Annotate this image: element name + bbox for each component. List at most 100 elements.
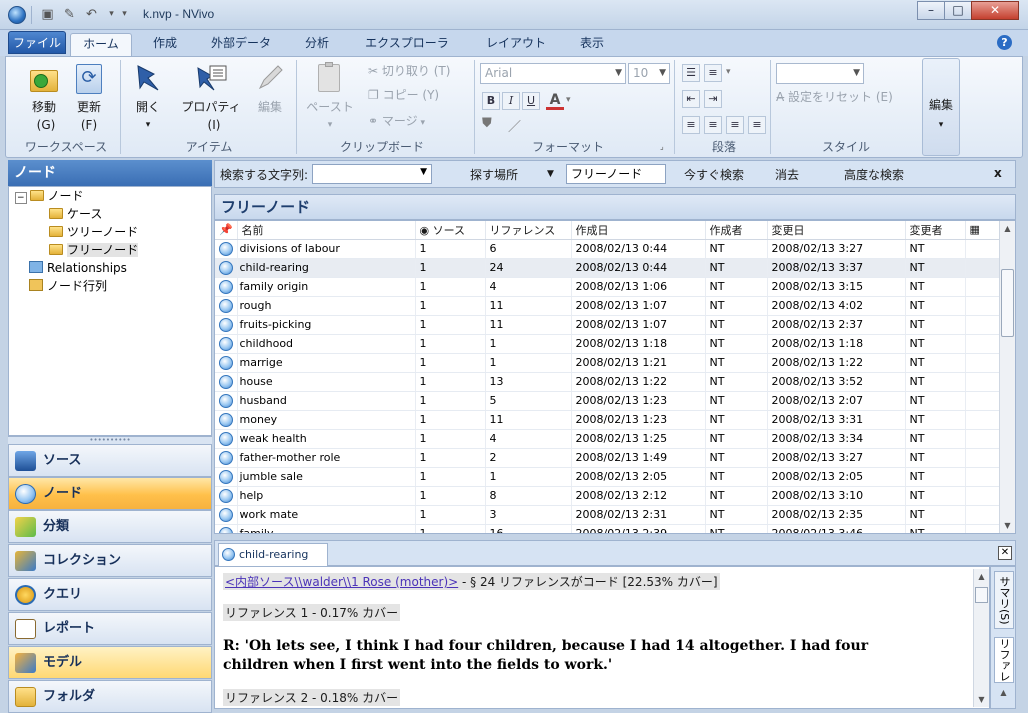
maximize-button[interactable]: □ [944, 1, 972, 20]
properties-button-label[interactable]: プロパティ [178, 98, 244, 116]
tab-analyze[interactable]: 分析 [294, 33, 340, 56]
help-icon[interactable]: ? [997, 35, 1012, 50]
scroll-down-icon[interactable]: ▼ [1000, 518, 1015, 533]
tree-item-nodes[interactable]: − ノード [9, 187, 211, 205]
table-row[interactable]: family 1 16 2008/02/13 2:39 NT 2008/02/13 3:4… [215, 524, 1002, 533]
scroll-thumb[interactable] [975, 587, 988, 603]
tab-view[interactable]: 表示 [570, 33, 614, 56]
column-header-created-by[interactable]: 作成者 [705, 221, 768, 240]
cell-name[interactable]: childhood [237, 334, 416, 354]
nav-button-reports[interactable]: レポート [8, 612, 212, 645]
cell-name[interactable]: house [237, 372, 416, 392]
look-in-dropdown-icon[interactable]: ▼ [547, 169, 554, 179]
refresh-button-key[interactable]: (F) [72, 116, 106, 134]
table-row[interactable]: father-mother role 1 2 2008/02/13 1:49 NT 200… [215, 448, 1002, 468]
tab-explore[interactable]: エクスプローラ [352, 33, 462, 56]
table-row[interactable]: money 1 11 2008/02/13 1:23 NT 2008/02/13 3:31… [215, 410, 1002, 430]
column-header-name[interactable]: 名前 [237, 221, 416, 240]
tab-external-data[interactable]: 外部データ [200, 33, 282, 56]
side-tab-summary[interactable]: サマリ(S) [994, 571, 1014, 629]
table-row[interactable]: help 1 8 2008/02/13 2:12 NT 2008/02/13 3:10 NT [215, 486, 1002, 506]
nav-button-sources[interactable]: ソース [8, 444, 212, 477]
cell-name[interactable]: work mate [237, 505, 416, 525]
column-header-references[interactable]: リファレンス [485, 221, 572, 240]
tab-create[interactable]: 作成 [142, 33, 188, 56]
column-header-created-on[interactable]: 作成日 [571, 221, 706, 240]
scroll-down-icon[interactable]: ▼ [974, 692, 989, 707]
pencil-icon[interactable]: ✎ [62, 7, 77, 22]
go-icon[interactable] [28, 64, 60, 94]
pin-column-header[interactable]: 📌 [215, 221, 238, 240]
cell-name[interactable]: help [237, 486, 416, 506]
side-scroll-up-icon[interactable]: ▲ [996, 685, 1011, 700]
tree-item-relationships[interactable]: Relationships [9, 259, 211, 277]
undo-icon[interactable]: ↶ [84, 7, 99, 22]
customize-qat-icon[interactable]: ▾ [117, 7, 132, 22]
open-dropdown-icon[interactable]: ▾ [130, 116, 166, 134]
column-chooser-icon[interactable]: ▦ [965, 221, 1002, 240]
file-tab[interactable]: ファイル [8, 31, 66, 54]
editing-dropdown-icon[interactable]: ▾ [922, 116, 960, 134]
tree-item-free-nodes[interactable]: フリーノード [9, 241, 211, 259]
tab-layout[interactable]: レイアウト [474, 33, 558, 56]
cell-name[interactable]: marrige [237, 353, 416, 373]
table-row[interactable]: marrige 1 1 2008/02/13 1:21 NT 2008/02/13 1:2… [215, 353, 1002, 373]
editing-group-label[interactable]: 編集 [922, 96, 960, 114]
table-row[interactable]: house 1 13 2008/02/13 1:22 NT 2008/02/13 3:52… [215, 372, 1002, 392]
scroll-up-icon[interactable]: ▲ [974, 569, 989, 584]
minimize-button[interactable]: – [917, 1, 945, 20]
column-header-sources[interactable]: ◉ ソース [415, 221, 486, 240]
nav-button-classifications[interactable]: 分類 [8, 510, 212, 543]
scroll-thumb[interactable] [1001, 269, 1014, 337]
column-header-modified-by[interactable]: 変更者 [905, 221, 966, 240]
cell-name[interactable]: family origin [237, 277, 416, 297]
cell-name[interactable]: weak health [237, 429, 416, 449]
dialog-launcher-icon[interactable]: ⌟ [660, 142, 664, 151]
properties-button-key[interactable]: (I) [196, 116, 232, 134]
side-tab-reference[interactable]: リファレ [994, 637, 1014, 683]
chevron-down-icon[interactable]: ▼ [420, 167, 427, 177]
go-button-label[interactable]: 移動 [26, 98, 62, 116]
table-row[interactable]: childhood 1 1 2008/02/13 1:18 NT 2008/02/13 1… [215, 334, 1002, 354]
cell-name[interactable]: fruits-picking [237, 315, 416, 335]
nav-splitter[interactable]: •••••••••• [8, 436, 212, 444]
cell-name[interactable]: family [237, 524, 416, 533]
clear-button[interactable]: 消去 [775, 166, 799, 183]
find-now-button[interactable]: 今すぐ検索 [684, 166, 744, 183]
close-window-button[interactable]: ✕ [971, 1, 1019, 20]
cell-name[interactable]: child-rearing [237, 258, 416, 278]
open-button-label[interactable]: 開く [130, 98, 166, 116]
list-scrollbar[interactable]: ▲ ▼ [999, 221, 1015, 533]
look-in-field[interactable]: フリーノード [566, 164, 666, 184]
table-row[interactable]: family origin 1 4 2008/02/13 1:06 NT 2008/02/… [215, 277, 1002, 297]
table-row[interactable]: fruits-picking 1 11 2008/02/13 1:07 NT 2008/0… [215, 315, 1002, 335]
refresh-icon[interactable]: ⟳ [76, 64, 102, 94]
refresh-button-label[interactable]: 更新 [72, 98, 106, 116]
properties-icon[interactable] [194, 62, 228, 94]
save-icon[interactable]: ▣ [40, 7, 55, 22]
detail-scrollbar[interactable]: ▲ ▼ [973, 569, 989, 707]
tree-item-node-matrices[interactable]: ノード行列 [9, 277, 211, 295]
table-row[interactable]: divisions of labour 1 6 2008/02/13 0:44 NT 20… [215, 239, 1002, 259]
table-row[interactable]: work mate 1 3 2008/02/13 2:31 NT 2008/02/13 2… [215, 505, 1002, 525]
cell-name[interactable]: divisions of labour [237, 239, 416, 259]
tab-home[interactable]: ホーム [70, 33, 132, 56]
collapse-icon[interactable]: − [15, 192, 27, 204]
nav-button-queries[interactable]: クエリ [8, 578, 212, 611]
search-input[interactable]: ▼ [312, 164, 432, 184]
close-detail-button[interactable]: ✕ [998, 546, 1012, 560]
nav-button-models[interactable]: モデル [8, 646, 212, 679]
cell-name[interactable]: father-mother role [237, 448, 416, 468]
cell-name[interactable]: husband [237, 391, 416, 411]
open-pin-icon[interactable] [132, 62, 164, 94]
cell-name[interactable]: jumble sale [237, 467, 416, 487]
detail-tab-child-rearing[interactable]: child-rearing [218, 543, 328, 566]
table-row[interactable]: rough 1 11 2008/02/13 1:07 NT 2008/02/13 4:02… [215, 296, 1002, 316]
table-row[interactable]: jumble sale 1 1 2008/02/13 2:05 NT 2008/02/13… [215, 467, 1002, 487]
nav-button-nodes[interactable]: ノード [8, 477, 212, 510]
nav-button-collections[interactable]: コレクション [8, 544, 212, 577]
scroll-up-icon[interactable]: ▲ [1000, 221, 1015, 236]
source-link[interactable]: <内部ソース\\walder\\1 Rose (mother)> [225, 575, 458, 589]
table-row[interactable]: weak health 1 4 2008/02/13 1:25 NT 2008/02/13… [215, 429, 1002, 449]
column-header-modified-on[interactable]: 変更日 [767, 221, 906, 240]
